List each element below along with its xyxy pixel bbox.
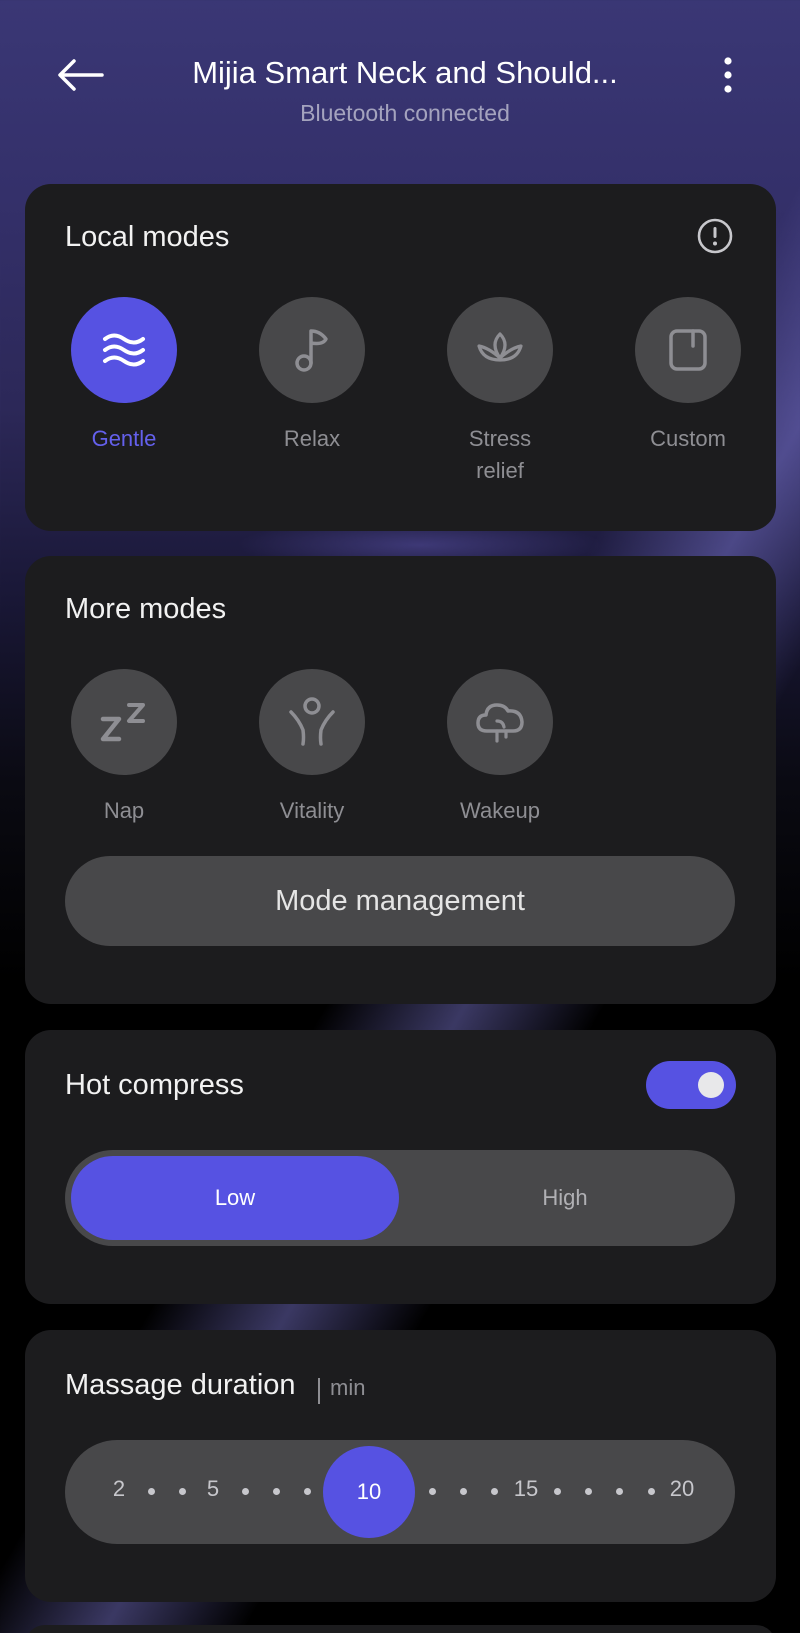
more-modes-card: More modes Nap Vitality Wakeup Mode mana… [25, 556, 776, 1004]
zz-icon [100, 703, 145, 742]
heat-level-low[interactable]: Low [71, 1156, 399, 1240]
page-title: Mijia Smart Neck and Should... [192, 55, 618, 90]
tick-dot [241, 1488, 249, 1495]
info-button[interactable] [695, 216, 735, 256]
connection-status: Bluetooth connected [300, 100, 510, 126]
unit-divider [318, 1378, 320, 1404]
hot-compress-toggle[interactable] [646, 1061, 736, 1109]
mode-custom[interactable]: Custom [618, 297, 758, 455]
tick-label: 15 [513, 1476, 539, 1501]
header: Mijia Smart Neck and Should... Bluetooth… [0, 0, 800, 170]
tick-dot [459, 1488, 467, 1495]
tick-dot [553, 1488, 561, 1495]
tick-dot [584, 1488, 592, 1495]
duration-slider[interactable]: 2 5 15 20 10 [65, 1440, 735, 1544]
tick-dot [647, 1488, 655, 1495]
mode-nap[interactable]: Nap [54, 669, 194, 827]
more-options-button[interactable] [708, 52, 748, 102]
tick-label: 20 [669, 1476, 695, 1501]
back-button[interactable] [52, 52, 112, 102]
mode-stress-relief-label: Stress relief [468, 426, 532, 483]
tick-label: 5 [206, 1476, 220, 1501]
mode-gentle[interactable]: Gentle [54, 297, 194, 455]
mode-nap-label: Nap [103, 798, 145, 823]
heat-level-selector: Low High [65, 1150, 735, 1246]
mode-vitality[interactable]: Vitality [242, 669, 382, 827]
tick-dot [428, 1488, 436, 1495]
local-modes-title: Local modes [65, 221, 230, 253]
tick-dot [303, 1488, 311, 1495]
massage-duration-card: Massage duration min 2 5 15 20 10 [25, 1330, 776, 1602]
mode-wakeup[interactable]: Wakeup [430, 669, 570, 827]
duration-unit: min [330, 1375, 366, 1400]
hot-compress-card: Hot compress Low High [25, 1030, 776, 1304]
tick-dot [147, 1488, 155, 1495]
tick-dot [178, 1488, 186, 1495]
mode-management-button[interactable]: Mode management [65, 856, 735, 946]
mode-stress-relief[interactable]: Stress relief [430, 297, 570, 487]
tick-dot [272, 1488, 280, 1495]
custom-icon [669, 329, 707, 371]
person-stretch-icon [289, 697, 335, 746]
mode-vitality-label: Vitality [279, 798, 345, 823]
tick-dot [490, 1488, 498, 1495]
heat-level-high[interactable]: High [401, 1156, 729, 1240]
mode-custom-label: Custom [650, 426, 726, 451]
more-vertical-icon [724, 57, 732, 93]
more-modes-title: More modes [65, 593, 227, 625]
next-card [25, 1625, 776, 1633]
mode-wakeup-label: Wakeup [460, 798, 540, 823]
hot-compress-title: Hot compress [65, 1069, 244, 1101]
info-circle-icon [697, 218, 733, 254]
music-note-icon [295, 329, 328, 372]
tick-dot [615, 1488, 623, 1495]
waves-icon [103, 333, 145, 367]
mode-relax-label: Relax [283, 426, 341, 451]
lotus-icon [477, 332, 523, 362]
back-arrow-icon [58, 59, 104, 91]
massage-duration-title: Massage duration [65, 1369, 296, 1401]
local-modes-card: Local modes Gentle Relax Stress relief C… [25, 184, 776, 531]
tick-label: 2 [112, 1476, 126, 1501]
mode-gentle-label: Gentle [91, 426, 157, 451]
cloud-brain-icon [476, 703, 524, 743]
mode-relax[interactable]: Relax [242, 297, 382, 455]
toggle-knob [698, 1072, 724, 1098]
duration-slider-thumb[interactable]: 10 [323, 1446, 415, 1538]
